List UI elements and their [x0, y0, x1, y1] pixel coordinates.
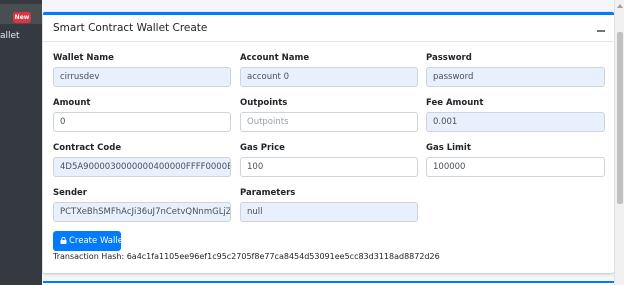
outpoints-label: Outpoints [240, 98, 288, 108]
card-title: Smart Contract Wallet Create [53, 22, 208, 34]
create-wallet-button[interactable]: Create Wallet [53, 231, 126, 251]
wallet-name-label: Wallet Name [53, 53, 114, 63]
smart-contract-wallet-card: Smart Contract Wallet Create [43, 12, 614, 273]
amount-label: Amount [53, 98, 91, 108]
gas-limit-label: Gas Limit [426, 143, 471, 153]
gas-price-label: Gas Price [240, 143, 285, 153]
parameters-input[interactable]: null [240, 202, 418, 222]
parameters-label: Parameters [240, 188, 296, 198]
contract-code-input[interactable]: 4D5A9000030000000400000FFFF0000B800000 [53, 157, 231, 177]
sidebar-item-wallet[interactable]: allet [0, 31, 42, 41]
scrollbar[interactable] [614, 0, 624, 285]
new-badge: New [13, 12, 31, 23]
account-name-label: Account Name [240, 53, 310, 63]
outpoints-input[interactable]: Outpoints [240, 112, 418, 132]
gas-price-input[interactable]: 100 [240, 157, 418, 177]
minus-icon[interactable] [597, 30, 605, 32]
sidebar: New allet [0, 0, 42, 285]
gas-limit-input[interactable]: 100000 [426, 157, 605, 177]
sender-input[interactable]: PCTXeBhSMFhAcJi36uJ7nCetvQNnmGLjZZ [53, 202, 231, 222]
scrollbar-thumb[interactable] [617, 32, 623, 204]
fee-amount-input[interactable]: 0.001 [426, 112, 605, 132]
wallet-name-input[interactable]: cirrusdev [53, 67, 231, 87]
contract-code-label: Contract Code [53, 143, 122, 153]
account-name-input[interactable]: account 0 [240, 67, 418, 87]
transaction-hash: Transaction Hash: 6a4c1fa1105ee96ef1c95c… [53, 252, 440, 261]
card-header: Smart Contract Wallet Create [43, 15, 614, 42]
create-wallet-label: Create Wallet [69, 236, 127, 246]
scroll-up-icon[interactable] [617, 4, 623, 8]
lock-icon [60, 237, 67, 244]
password-label: Password [426, 53, 472, 63]
password-input[interactable]: password [426, 67, 605, 87]
sidebar-item-top[interactable]: New [0, 4, 42, 24]
amount-input[interactable]: 0 [53, 112, 231, 132]
next-card-edge [43, 281, 614, 285]
sender-label: Sender [53, 188, 87, 198]
fee-amount-label: Fee Amount [426, 98, 484, 108]
